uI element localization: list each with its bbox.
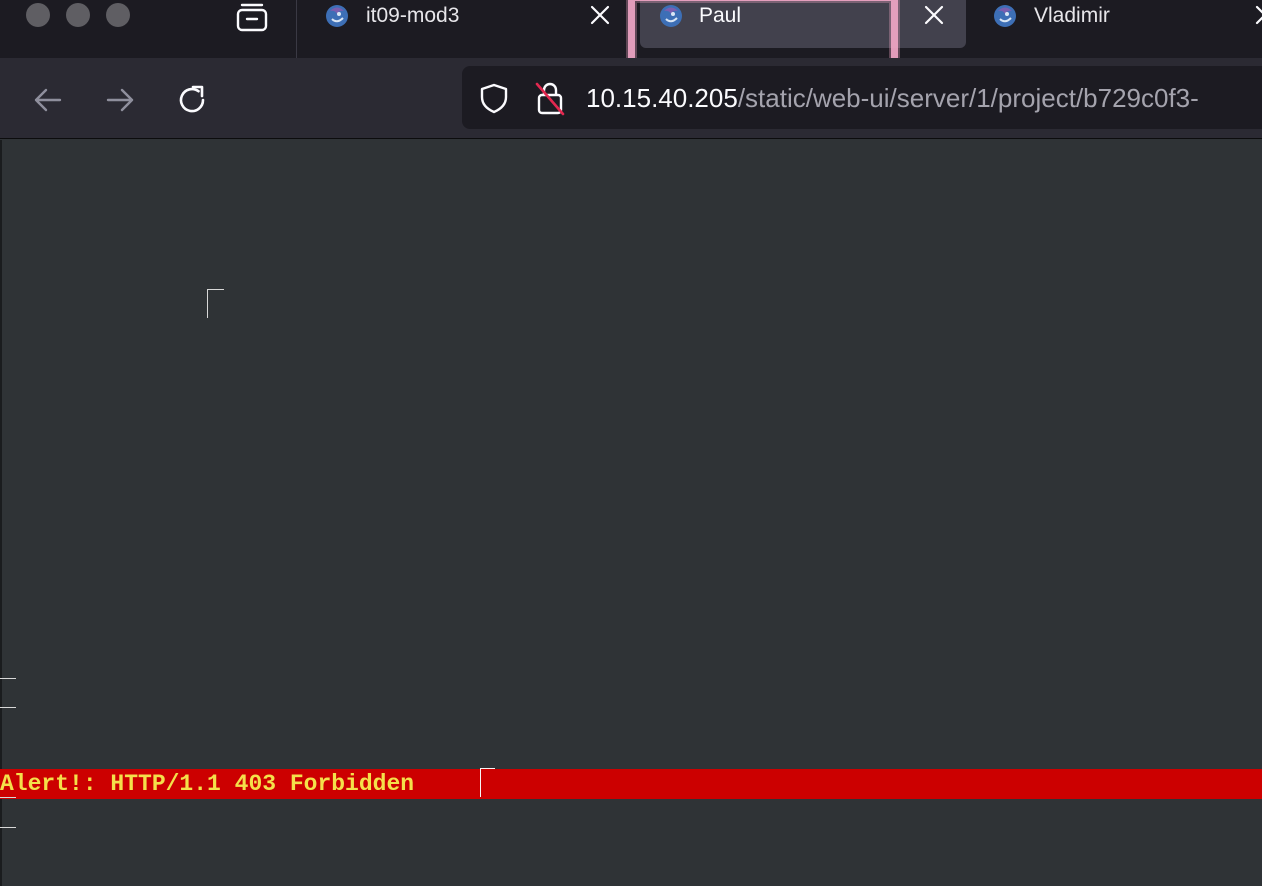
tab-overview-icon[interactable] — [236, 2, 268, 32]
frame-tick-marker — [0, 678, 16, 679]
frame-tick-marker — [0, 797, 16, 798]
tab-separator — [296, 0, 297, 58]
close-icon[interactable] — [923, 4, 945, 26]
tab-paul[interactable]: Paul — [640, 0, 966, 48]
tab-strip: it09-mod3 Paul Vladimir — [0, 0, 1262, 68]
close-icon[interactable] — [589, 4, 611, 26]
close-icon[interactable] — [1254, 4, 1262, 26]
alert-banner: Alert!: HTTP/1.1 403 Forbidden — [0, 768, 1262, 799]
tab-title: Vladimir — [1034, 4, 1110, 27]
app-logo-icon — [660, 5, 682, 27]
url-text[interactable]: 10.15.40.205/static/web-ui/server/1/proj… — [586, 83, 1199, 114]
window-minimize-button[interactable] — [66, 3, 90, 27]
window-close-button[interactable] — [26, 3, 50, 27]
url-host: 10.15.40.205 — [586, 83, 738, 113]
text-cursor-marker — [480, 768, 495, 797]
shield-icon[interactable] — [478, 82, 510, 114]
app-logo-icon — [994, 5, 1016, 27]
tab-title: it09-mod3 — [366, 4, 460, 27]
alert-message: Alert!: HTTP/1.1 403 Forbidden — [0, 771, 415, 797]
url-path: /static/web-ui/server/1/project/b729c0f3… — [737, 83, 1199, 113]
arrow-left-icon[interactable] — [30, 82, 66, 118]
window-zoom-button[interactable] — [106, 3, 130, 27]
tab-vladimir[interactable]: Vladimir — [966, 0, 1262, 48]
tab-title: Paul — [699, 4, 742, 27]
frame-corner-marker — [207, 289, 224, 318]
frame-tick-marker — [0, 827, 16, 828]
tab-it09-mod3[interactable]: it09-mod3 — [298, 0, 626, 48]
frame-tick-marker — [0, 707, 16, 708]
arrow-right-icon[interactable] — [102, 82, 138, 118]
reload-icon[interactable] — [174, 82, 210, 118]
navigation-toolbar: 10.15.40.205/static/web-ui/server/1/proj… — [0, 58, 1262, 139]
insecure-lock-icon[interactable] — [534, 80, 566, 116]
app-logo-icon — [326, 5, 348, 27]
url-bar[interactable]: 10.15.40.205/static/web-ui/server/1/proj… — [462, 66, 1262, 129]
